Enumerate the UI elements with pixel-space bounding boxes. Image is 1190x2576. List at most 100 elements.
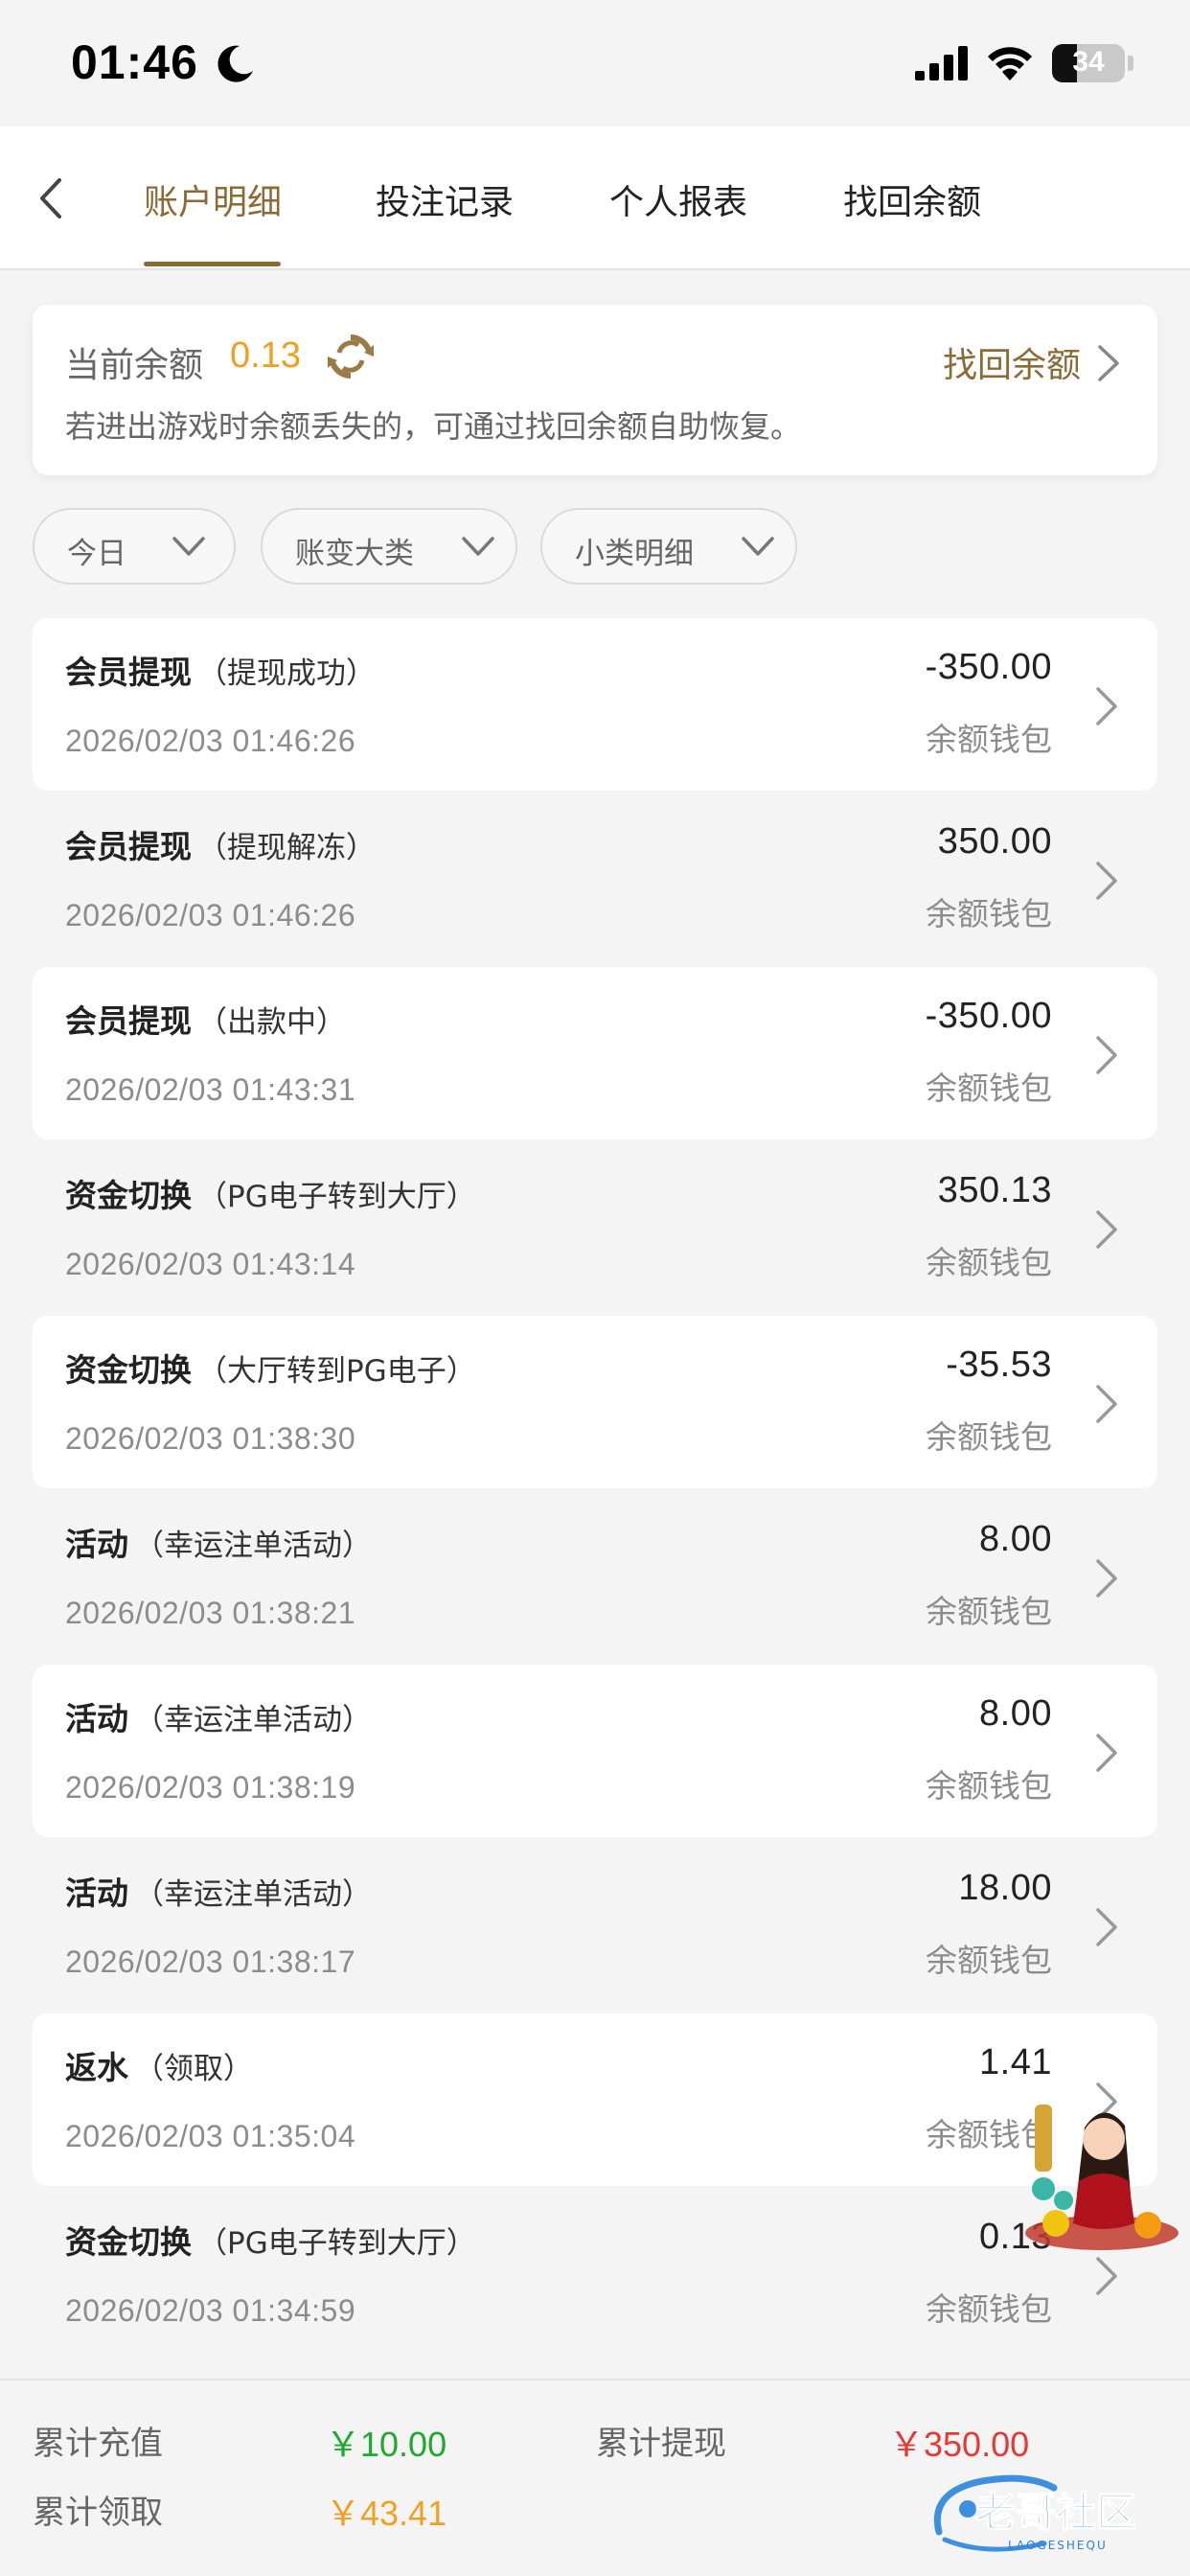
filter-category-label: 账变大类 <box>295 537 414 571</box>
filter-subcategory-label: 小类明细 <box>575 537 694 571</box>
record-type-label: 返水 <box>65 2049 128 2086</box>
record-type-label: 资金切换 <box>65 2223 192 2261</box>
filter-date-dropdown[interactable]: 今日 <box>33 508 236 585</box>
record-time: 2026/02/03 01:38:21 <box>65 1596 356 1630</box>
filter-subcategory-dropdown[interactable]: 小类明细 <box>540 508 797 585</box>
chevron-down-icon <box>172 537 205 556</box>
chevron-right-icon <box>1096 2257 1117 2295</box>
record-detail: （大厅转到PG电子） <box>197 1354 476 1389</box>
record-type-label: 活动 <box>65 1526 128 1563</box>
record-amount: 1.41 <box>979 2042 1052 2082</box>
record-detail: （幸运注单活动） <box>134 1529 372 1563</box>
watermark-logo: 老哥社区 LAOGESHEQU <box>933 2474 1137 2552</box>
chevron-right-icon <box>1096 1036 1117 1074</box>
record-type-label: 活动 <box>65 1874 128 1912</box>
tab-recover-balance[interactable]: 找回余额 <box>843 174 981 224</box>
total-withdraw-value: ￥350.00 <box>889 2425 1030 2464</box>
record-detail: （PG电子转到大厅） <box>197 1180 476 1214</box>
record-amount: 8.00 <box>979 1519 1052 1559</box>
back-arrow-icon[interactable] <box>33 174 71 222</box>
record-type-label: 会员提现 <box>65 654 192 691</box>
record-type: 资金切换 （PG电子转到大厅） <box>65 2217 476 2263</box>
record-time: 2026/02/03 01:38:17 <box>65 1944 356 1979</box>
balance-card: 当前余额 0.13 找回余额 若进出游戏时余额丢失的，可通过找回余额自助恢复。 <box>33 305 1157 475</box>
record-row[interactable]: 资金切换 （PG电子转到大厅） 2026/02/03 01:43:14 350.1… <box>33 1141 1157 1314</box>
watermark-text: 老哥社区 <box>975 2489 1136 2536</box>
record-wallet: 余额钱包 <box>926 1942 1052 1979</box>
record-amount: 18.00 <box>958 1868 1052 1908</box>
record-time: 2026/02/03 01:34:59 <box>65 2293 356 2328</box>
record-time: 2026/02/03 01:35:04 <box>65 2119 356 2153</box>
record-row[interactable]: 活动 （幸运注单活动） 2026/02/03 01:38:19 8.00 余额钱包 <box>33 1665 1157 1837</box>
record-amount: -350.00 <box>925 996 1052 1036</box>
record-amount: 350.00 <box>937 821 1052 862</box>
chevron-right-icon <box>1096 1210 1117 1249</box>
total-withdraw-label: 累计提现 <box>596 2425 726 2463</box>
record-type-label: 资金切换 <box>65 1177 192 1214</box>
record-amount: -350.00 <box>925 647 1052 687</box>
record-row[interactable]: 资金切换 （PG电子转到大厅） 2026/02/03 01:34:59 0.13 … <box>33 2188 1157 2360</box>
record-row[interactable]: 会员提现 （出款中） 2026/02/03 01:43:31 -350.00 余额… <box>33 967 1157 1139</box>
record-detail: （幸运注单活动） <box>134 1703 372 1737</box>
battery-cap <box>1128 56 1133 71</box>
floating-promo-widget[interactable] <box>1018 2089 1186 2252</box>
tab-bet-records[interactable]: 投注记录 <box>376 174 514 224</box>
status-time: 01:46 <box>71 35 198 89</box>
record-type-label: 资金切换 <box>65 1351 192 1389</box>
record-type: 会员提现 （提现解冻） <box>65 821 376 867</box>
record-wallet: 余额钱包 <box>926 721 1052 758</box>
refresh-icon[interactable] <box>326 332 376 381</box>
tab-personal-report[interactable]: 个人报表 <box>609 174 747 224</box>
record-row[interactable]: 资金切换 （大厅转到PG电子） 2026/02/03 01:38:30 -35.5… <box>33 1316 1157 1488</box>
record-detail: （提现成功） <box>197 656 376 691</box>
filter-date-label: 今日 <box>67 537 126 571</box>
chevron-down-icon <box>742 537 774 556</box>
nav-bar: 账户明细 投注记录 个人报表 找回余额 <box>0 126 1190 270</box>
wifi-icon <box>988 47 1032 80</box>
chevron-right-icon <box>1096 1908 1117 1946</box>
total-claim-value: ￥43.41 <box>326 2494 447 2533</box>
record-time: 2026/02/03 01:46:26 <box>65 898 356 932</box>
balance-value: 0.13 <box>230 335 301 376</box>
record-amount: -35.53 <box>946 1345 1052 1385</box>
total-recharge-label: 累计充值 <box>33 2425 163 2463</box>
record-type-label: 活动 <box>65 1700 128 1737</box>
record-row[interactable]: 会员提现 （提现解冻） 2026/02/03 01:46:26 350.00 余额… <box>33 793 1157 965</box>
watermark-subtext: LAOGESHEQU <box>1008 2539 1108 2552</box>
record-time: 2026/02/03 01:38:19 <box>65 1770 356 1805</box>
record-type: 返水 （领取） <box>65 2042 253 2088</box>
balance-label: 当前余额 <box>65 346 204 385</box>
record-detail: （出款中） <box>197 1005 346 1040</box>
chevron-right-icon <box>1096 1385 1117 1423</box>
record-detail: （提现解冻） <box>197 831 376 865</box>
moon-icon <box>217 45 253 82</box>
record-wallet: 余额钱包 <box>926 2290 1052 2328</box>
chevron-down-icon <box>462 537 494 556</box>
record-wallet: 余额钱包 <box>926 1244 1052 1281</box>
record-amount: 350.13 <box>937 1170 1052 1210</box>
record-wallet: 余额钱包 <box>926 1418 1052 1456</box>
record-wallet: 余额钱包 <box>926 1767 1052 1805</box>
chevron-right-icon <box>1096 687 1117 725</box>
record-type: 活动 （幸运注单活动） <box>65 1693 372 1739</box>
record-row[interactable]: 活动 （幸运注单活动） 2026/02/03 01:38:21 8.00 余额钱包 <box>33 1490 1157 1663</box>
record-time: 2026/02/03 01:46:26 <box>65 724 356 758</box>
record-time: 2026/02/03 01:43:31 <box>65 1072 356 1107</box>
tab-account-details[interactable]: 账户明细 <box>144 174 282 224</box>
battery-percent: 34 <box>1072 46 1105 78</box>
total-claim-label: 累计领取 <box>33 2494 163 2532</box>
record-type: 资金切换 （大厅转到PG电子） <box>65 1345 476 1391</box>
record-time: 2026/02/03 01:38:30 <box>65 1421 356 1456</box>
record-amount: 8.00 <box>979 1693 1052 1734</box>
record-type-label: 会员提现 <box>65 828 192 865</box>
balance-tip: 若进出游戏时余额丢失的，可通过找回余额自助恢复。 <box>65 408 802 445</box>
chevron-right-icon <box>1096 862 1117 900</box>
status-bar: 01:46 34 <box>0 0 1190 126</box>
record-row[interactable]: 活动 （幸运注单活动） 2026/02/03 01:38:17 18.00 余额钱… <box>33 1839 1157 2012</box>
record-row[interactable]: 会员提现 （提现成功） 2026/02/03 01:46:26 -350.00 余… <box>33 618 1157 791</box>
filter-category-dropdown[interactable]: 账变大类 <box>261 508 517 585</box>
record-type: 会员提现 （出款中） <box>65 996 346 1042</box>
record-row[interactable]: 返水 （领取） 2026/02/03 01:35:04 1.41 余额钱包 <box>33 2013 1157 2186</box>
recover-balance-link[interactable]: 找回余额 <box>943 337 1081 387</box>
record-time: 2026/02/03 01:43:14 <box>65 1247 356 1281</box>
